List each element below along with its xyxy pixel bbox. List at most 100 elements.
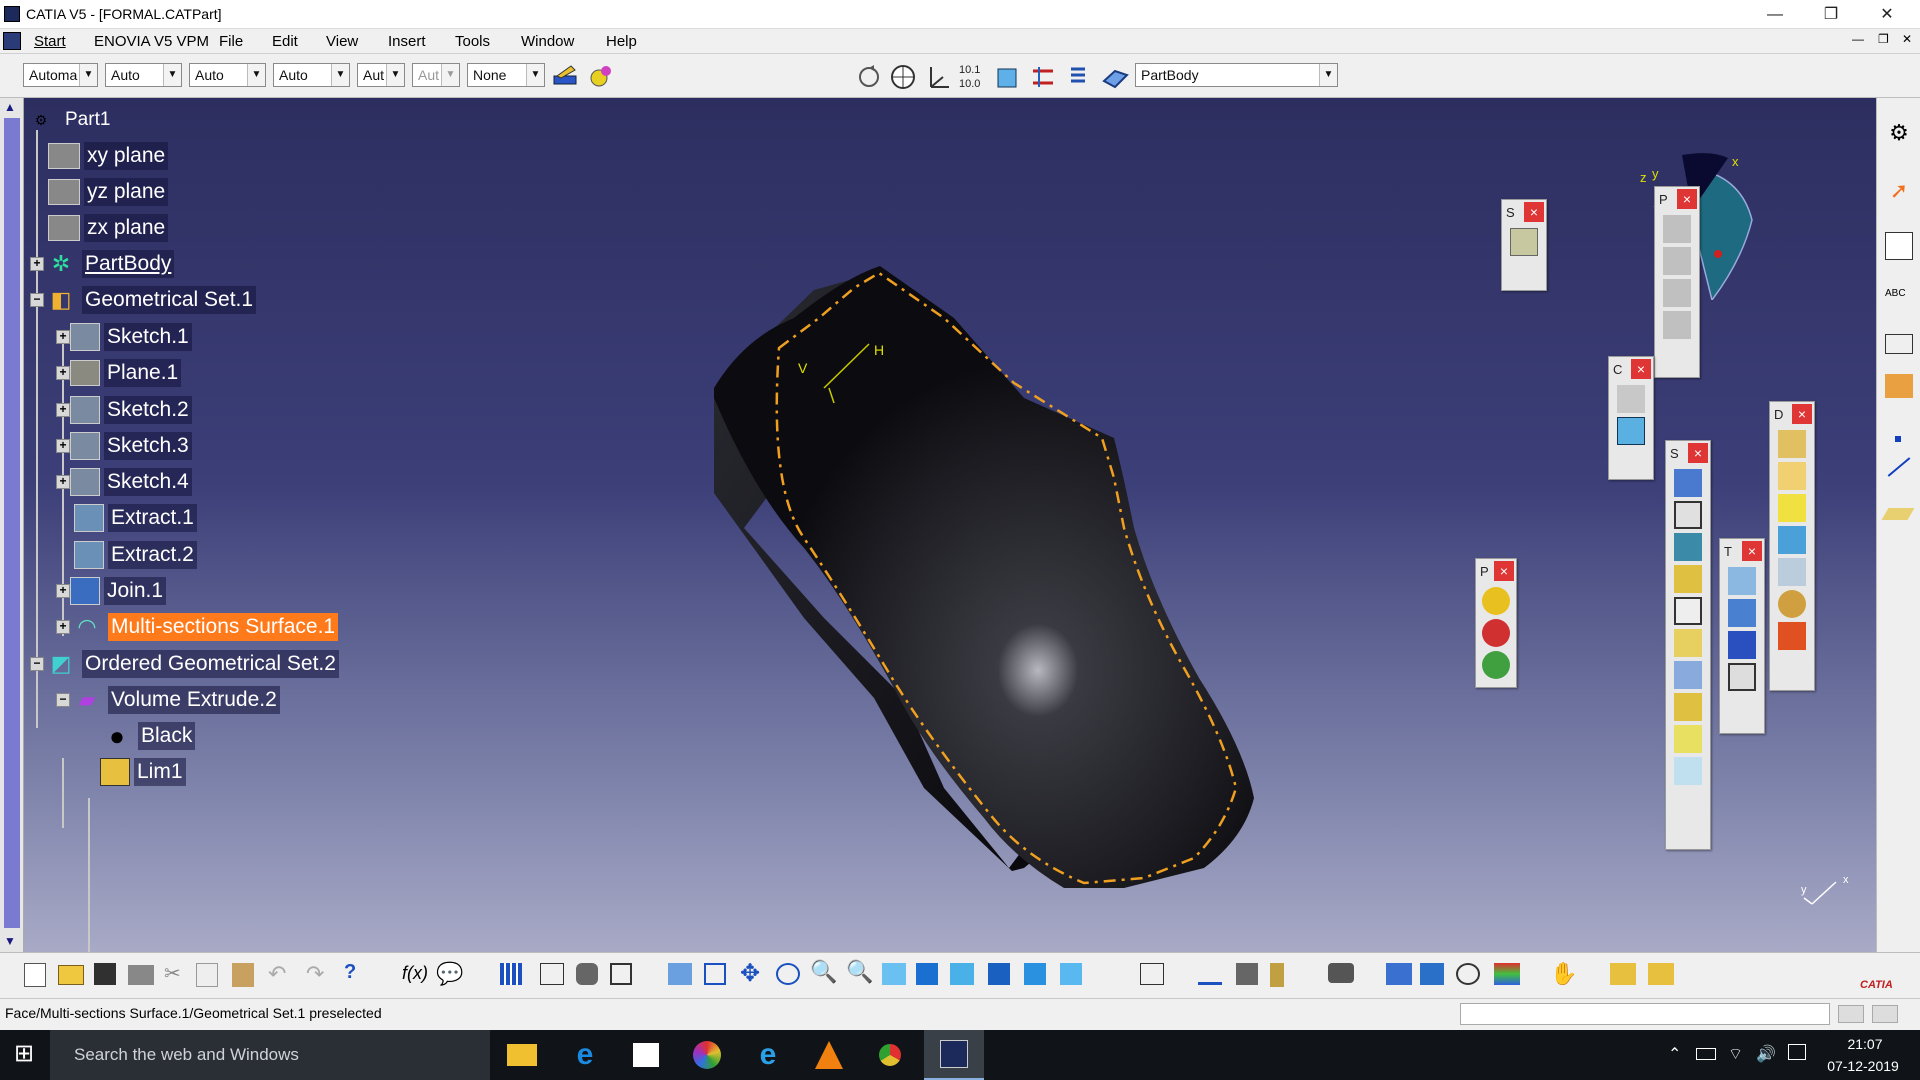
rib-icon[interactable]	[1674, 629, 1702, 657]
table-icon[interactable]	[500, 963, 522, 985]
surface-op-icon[interactable]	[1482, 587, 1510, 615]
file-explorer-icon[interactable]	[492, 1030, 552, 1080]
battery-icon[interactable]	[1696, 1048, 1716, 1060]
line-tool-icon[interactable]	[1887, 457, 1911, 477]
help-icon[interactable]: ?	[344, 961, 356, 984]
rotate-icon[interactable]	[855, 63, 883, 91]
menu-insert[interactable]: Insert	[388, 33, 426, 50]
menu-edit[interactable]: Edit	[272, 33, 298, 50]
tree-node-multi-sections-surface-1[interactable]: + ◠ Multi-sections Surface.1	[56, 613, 339, 641]
doc-minimize-button[interactable]: —	[1852, 32, 1864, 46]
graphic-properties-icon[interactable]	[586, 62, 616, 90]
surface-op-icon[interactable]	[1482, 619, 1510, 647]
comment-icon[interactable]: 💬	[436, 961, 463, 987]
hole-icon[interactable]	[1674, 597, 1702, 625]
formula-icon[interactable]: f(x)	[402, 963, 428, 984]
normal-view-icon[interactable]	[882, 963, 906, 985]
multi-view-icon[interactable]	[916, 963, 938, 985]
box-icon[interactable]	[1617, 417, 1645, 445]
tray-chevron-icon[interactable]: ⌃	[1668, 1044, 1681, 1064]
tree-node-sketch-2[interactable]: + Sketch.2	[56, 396, 192, 424]
hand-icon[interactable]: ✋	[1550, 961, 1577, 987]
select-arrow-icon[interactable]: ➚	[1885, 178, 1913, 206]
scan-icon[interactable]	[1648, 963, 1674, 985]
draft-analysis-icon[interactable]	[1456, 963, 1480, 985]
tree-node-black[interactable]: ● Black	[100, 721, 196, 751]
notifications-icon[interactable]	[1788, 1044, 1806, 1060]
sheet-metal-icon[interactable]	[1510, 228, 1538, 256]
shaft-icon[interactable]	[1674, 533, 1702, 561]
open-icon[interactable]	[58, 965, 84, 985]
constraint-icon[interactable]	[1029, 63, 1057, 91]
collapse-minus-icon[interactable]: −	[56, 693, 70, 707]
redo-icon[interactable]: ↷	[306, 961, 324, 987]
rotate-view-icon[interactable]	[776, 963, 800, 985]
tree-node-sketch-3[interactable]: + Sketch.3	[56, 432, 192, 460]
palette-s-1[interactable]: S ×	[1501, 199, 1547, 291]
thickness-icon[interactable]	[1778, 558, 1806, 586]
loft-icon[interactable]	[1674, 725, 1702, 753]
chrome-icon[interactable]	[860, 1030, 920, 1080]
scroll-thumb[interactable]	[4, 118, 20, 928]
format-painter-icon[interactable]	[551, 62, 581, 90]
pad-icon[interactable]	[1674, 469, 1702, 497]
catalog-icon[interactable]	[1610, 963, 1636, 985]
point-symbol-combo[interactable]: Aut ▼	[357, 63, 405, 87]
fillet-icon[interactable]	[1778, 430, 1806, 458]
tools-icon[interactable]	[610, 963, 632, 985]
plane-small-icon[interactable]	[1881, 508, 1915, 520]
print-icon[interactable]	[128, 965, 154, 985]
palette-d-1[interactable]: D ×	[1769, 401, 1815, 691]
tree-node-yz-plane[interactable]: yz plane	[48, 178, 169, 206]
expand-plus-icon[interactable]: +	[56, 403, 70, 417]
plane-tool-icon[interactable]	[1885, 374, 1913, 398]
3d-viewport[interactable]: V H z y x y x ⚙ Part1 xy plane yz plane	[24, 98, 1876, 952]
clock-time[interactable]: 21:07	[1830, 1036, 1900, 1052]
remove-face-icon[interactable]	[1778, 622, 1806, 650]
menu-tools[interactable]: Tools	[455, 33, 490, 50]
line-type-combo[interactable]: Auto ▼	[273, 63, 350, 87]
expand-plus-icon[interactable]: +	[56, 439, 70, 453]
zoom-out-icon[interactable]: 🔍	[846, 959, 873, 985]
tree-node-sketch-4[interactable]: + Sketch.4	[56, 468, 192, 496]
maximize-button[interactable]: ❐	[1808, 0, 1854, 29]
picasa-icon[interactable]	[677, 1030, 737, 1080]
render-style-icon[interactable]	[988, 963, 1010, 985]
measure-between-icon[interactable]	[1198, 963, 1222, 985]
tree-node-volume-extrude-2[interactable]: − ▰ Volume Extrude.2	[56, 686, 280, 714]
fit-all-icon[interactable]	[704, 963, 726, 985]
close-icon[interactable]: ×	[1494, 561, 1514, 581]
palette-c-1[interactable]: C ×	[1608, 356, 1654, 480]
text-abc-icon[interactable]: ABC	[1885, 288, 1906, 299]
tree-node-partbody[interactable]: + ✲ PartBody	[30, 250, 175, 278]
slot-icon[interactable]	[1674, 661, 1702, 689]
shell-icon[interactable]	[1778, 526, 1806, 554]
menu-view[interactable]: View	[326, 33, 358, 50]
expand-plus-icon[interactable]: +	[56, 366, 70, 380]
tree-node-join-1[interactable]: + Join.1	[56, 577, 167, 605]
body-select-combo[interactable]: PartBody ▼	[1135, 63, 1338, 87]
tree-node-ordered-geometrical-set-2[interactable]: − ◩ Ordered Geometrical Set.2	[30, 650, 339, 678]
expand-plus-icon[interactable]: +	[56, 620, 70, 634]
volume-icon[interactable]: 🔊	[1756, 1044, 1776, 1064]
chamfer-icon[interactable]	[1778, 462, 1806, 490]
tree-node-zx-plane[interactable]: zx plane	[48, 214, 169, 242]
fly-mode-icon[interactable]	[889, 63, 917, 91]
swap-view-icon[interactable]	[1060, 963, 1082, 985]
wifi-icon[interactable]: ⌔	[1728, 1044, 1743, 1064]
capture-icon[interactable]	[1328, 963, 1354, 983]
close-icon[interactable]: ×	[1688, 443, 1708, 463]
knowledge-icon[interactable]	[540, 963, 564, 985]
palette-p-1[interactable]: P ×	[1654, 186, 1700, 378]
pan-icon[interactable]: ✥	[740, 959, 760, 988]
list-icon[interactable]	[1063, 63, 1091, 91]
palette-s-2[interactable]: S ×	[1665, 440, 1711, 850]
tree-node-lim1[interactable]: Lim1	[100, 758, 186, 786]
doc-restore-button[interactable]: ❐	[1878, 32, 1889, 46]
mirror-icon[interactable]	[1728, 599, 1756, 627]
stiffener-icon[interactable]	[1674, 693, 1702, 721]
scale-icon[interactable]	[1728, 663, 1756, 691]
draft-icon[interactable]	[1778, 494, 1806, 522]
edge-icon[interactable]: e	[555, 1030, 615, 1080]
iso-view-icon[interactable]	[950, 963, 974, 985]
